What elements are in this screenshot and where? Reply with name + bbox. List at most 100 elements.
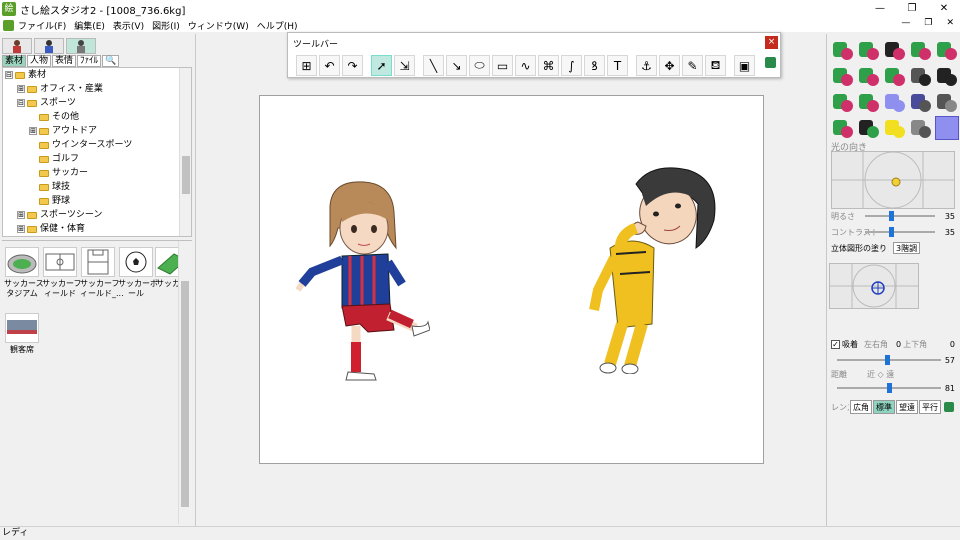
material-swatch[interactable] — [831, 116, 855, 140]
select-all-icon[interactable]: ⊞ — [296, 55, 317, 76]
polyline-icon[interactable]: ∿ — [515, 55, 536, 76]
restore-button[interactable]: ❐ — [896, 0, 928, 18]
ud-angle-slider-knob[interactable] — [885, 355, 890, 365]
tab-file[interactable]: ﾌｧｲﾙ — [77, 55, 102, 67]
tab-material[interactable]: 素材 — [2, 55, 27, 67]
material-swatch[interactable] — [857, 64, 881, 88]
thumbnail-stands[interactable]: 観客席 — [4, 313, 40, 355]
ud-angle-slider[interactable] — [837, 355, 941, 365]
material-swatch[interactable] — [857, 38, 881, 62]
material-swatch[interactable] — [883, 38, 907, 62]
thumbnail-scrollbar[interactable] — [178, 241, 190, 524]
menu-window[interactable]: ウィンドウ(W) — [188, 19, 249, 32]
minimize-button[interactable]: — — [864, 0, 896, 18]
document-icon[interactable] — [3, 19, 14, 31]
node-select-icon[interactable]: ⇲ — [394, 55, 415, 76]
soccer-player-figure[interactable] — [280, 176, 430, 381]
tree-item[interactable]: ゴルフ — [3, 152, 191, 166]
thumbnail-stadium[interactable]: サッカース タジアム — [4, 247, 44, 299]
lens-standard-button[interactable]: 標準 — [873, 400, 895, 414]
material-swatch[interactable] — [935, 116, 959, 140]
material-swatch[interactable] — [831, 64, 855, 88]
material-swatch[interactable] — [831, 90, 855, 114]
person-tab-3[interactable] — [66, 38, 96, 54]
tree-scroll-thumb[interactable] — [182, 156, 190, 194]
thumbnail-scroll-thumb[interactable] — [181, 281, 189, 507]
brightness-slider-knob[interactable] — [889, 211, 894, 221]
menu-edit[interactable]: 編集(E) — [74, 19, 105, 32]
tree-item[interactable]: 野球 — [3, 194, 191, 208]
distance-slider[interactable] — [837, 383, 941, 393]
tree-item[interactable]: その他 — [3, 110, 191, 124]
material-swatch[interactable] — [883, 64, 907, 88]
brightness-slider[interactable] — [865, 211, 935, 221]
toolbar-window[interactable]: ツールバー × ⊞ ↶ ↷ ➚ ⇲ ╲ ↘ ⬭ ▭ ∿ ⌘ ∫ ꝸ T ⚓ ✥ ✎ ⛾ ▣ — [287, 32, 781, 78]
tree-expander-icon[interactable]: ⊟ — [17, 99, 25, 107]
thumbnail-field[interactable]: サッカーフ ィールド — [42, 247, 82, 299]
redo-icon[interactable]: ↷ — [342, 55, 363, 76]
camera-angle-control[interactable] — [829, 263, 919, 309]
light-direction-control[interactable] — [831, 151, 955, 209]
thumbnail-ball[interactable]: サッカーボ ール — [118, 247, 158, 299]
tree-item[interactable]: ⊟ 素材 — [3, 68, 191, 82]
material-swatch[interactable] — [935, 90, 959, 114]
tree-expander-icon[interactable]: ⊟ — [5, 71, 13, 79]
material-swatch[interactable] — [935, 38, 959, 62]
shading-dropdown[interactable]: 3階調 — [893, 242, 921, 254]
menu-shape[interactable]: 図形(I) — [152, 19, 180, 32]
mdi-restore-button[interactable]: ❐ — [924, 18, 932, 28]
lens-tele-button[interactable]: 望遠 — [896, 400, 918, 414]
lens-settings-icon[interactable] — [944, 402, 954, 412]
material-swatch[interactable] — [831, 38, 855, 62]
tree-item[interactable]: 球技 — [3, 180, 191, 194]
material-swatch[interactable] — [909, 38, 933, 62]
closed-curve-icon[interactable]: ꝸ — [584, 55, 605, 76]
tree-item[interactable]: ⊟ スポーツ — [3, 96, 191, 110]
mdi-close-button[interactable]: ✕ — [946, 18, 954, 28]
material-swatch[interactable] — [935, 64, 959, 88]
tab-expression[interactable]: 表情 — [52, 55, 77, 67]
menu-view[interactable]: 表示(V) — [113, 19, 144, 32]
pose-icon[interactable]: ⚓ — [636, 55, 657, 76]
pointer-icon[interactable]: ➚ — [371, 55, 392, 76]
tree-item[interactable]: ウインタースポーツ — [3, 138, 191, 152]
toolbar-close-button[interactable]: × — [765, 36, 778, 49]
menu-help[interactable]: ヘルプ(H) — [257, 19, 298, 32]
material-swatch[interactable] — [909, 64, 933, 88]
yellow-suit-figure[interactable] — [580, 164, 730, 374]
contrast-slider[interactable] — [865, 227, 935, 237]
material-swatch[interactable] — [857, 116, 881, 140]
tree-scrollbar[interactable] — [179, 68, 191, 236]
tree-expander-icon[interactable]: ⊞ — [17, 211, 25, 219]
tab-search[interactable]: 🔍 — [102, 55, 120, 67]
snap-checkbox[interactable]: ✓ — [831, 339, 840, 349]
tree-item[interactable]: ⊞ アウトドア — [3, 124, 191, 138]
lens-wide-button[interactable]: 広角 — [850, 400, 872, 414]
lens-parallel-button[interactable]: 平行 — [919, 400, 941, 414]
material-swatch[interactable] — [909, 90, 933, 114]
contrast-slider-knob[interactable] — [889, 227, 894, 237]
material-swatch[interactable] — [883, 90, 907, 114]
material-swatch[interactable] — [883, 116, 907, 140]
paint-bucket-icon[interactable]: ⛾ — [705, 55, 726, 76]
tree-expander-icon[interactable]: ⊞ — [17, 85, 25, 93]
mdi-minimize-button[interactable]: — — [901, 18, 910, 28]
tree-item[interactable]: ⊞ 保健・体育 — [3, 222, 191, 236]
material-swatch[interactable] — [909, 116, 933, 140]
line-icon[interactable]: ╲ — [423, 55, 444, 76]
rectangle-icon[interactable]: ▭ — [492, 55, 513, 76]
curve-icon[interactable]: ∫ — [561, 55, 582, 76]
tree-item[interactable]: サッカー — [3, 166, 191, 180]
tree-expander-icon[interactable]: ⊞ — [17, 225, 25, 233]
menu-file[interactable]: ファイル(F) — [18, 19, 66, 32]
toolbar-settings-icon[interactable] — [765, 57, 776, 68]
polygon-icon[interactable]: ⌘ — [538, 55, 559, 76]
text-icon[interactable]: T — [607, 55, 628, 76]
tree-item[interactable]: ⊞ スポーツシーン — [3, 208, 191, 222]
tree-expander-icon[interactable]: ⊞ — [29, 127, 37, 135]
tab-person[interactable]: 人物 — [27, 55, 52, 67]
distance-slider-knob[interactable] — [887, 383, 892, 393]
drawing-paper[interactable] — [259, 95, 764, 464]
properties-icon[interactable]: ▣ — [734, 55, 755, 76]
tree-item[interactable]: ⊞ オフィス・産業 — [3, 82, 191, 96]
